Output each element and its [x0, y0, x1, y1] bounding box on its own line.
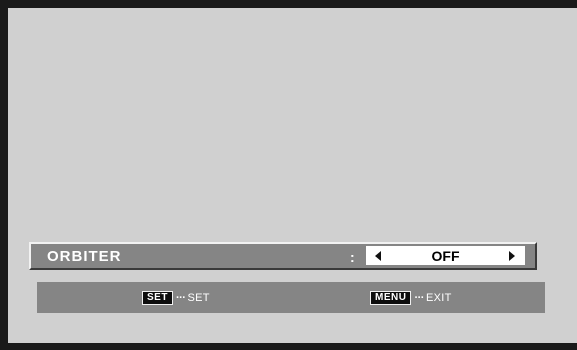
help-exit-hint: MENU ··· EXIT [370, 291, 452, 305]
arrow-right-icon[interactable] [509, 251, 515, 261]
orbiter-value: OFF [431, 248, 460, 264]
screen-frame: ORBITER : OFF SET ··· SET MENU ··· EXIT [0, 0, 577, 350]
orbiter-menu-row[interactable]: ORBITER : OFF [29, 242, 537, 270]
setting-separator: : [350, 249, 355, 265]
help-set-hint: SET ··· SET [142, 291, 210, 305]
exit-hint-text: EXIT [425, 292, 452, 304]
orbiter-value-selector[interactable]: OFF [366, 246, 525, 265]
orbiter-label: ORBITER [47, 248, 122, 265]
help-bar: SET ··· SET MENU ··· EXIT [37, 282, 545, 313]
set-hint-text: SET [187, 292, 210, 304]
set-key-badge: SET [142, 291, 173, 305]
set-hint-dots: ··· [175, 292, 186, 304]
menu-key-badge: MENU [370, 291, 412, 305]
exit-hint-dots: ··· [414, 292, 424, 304]
